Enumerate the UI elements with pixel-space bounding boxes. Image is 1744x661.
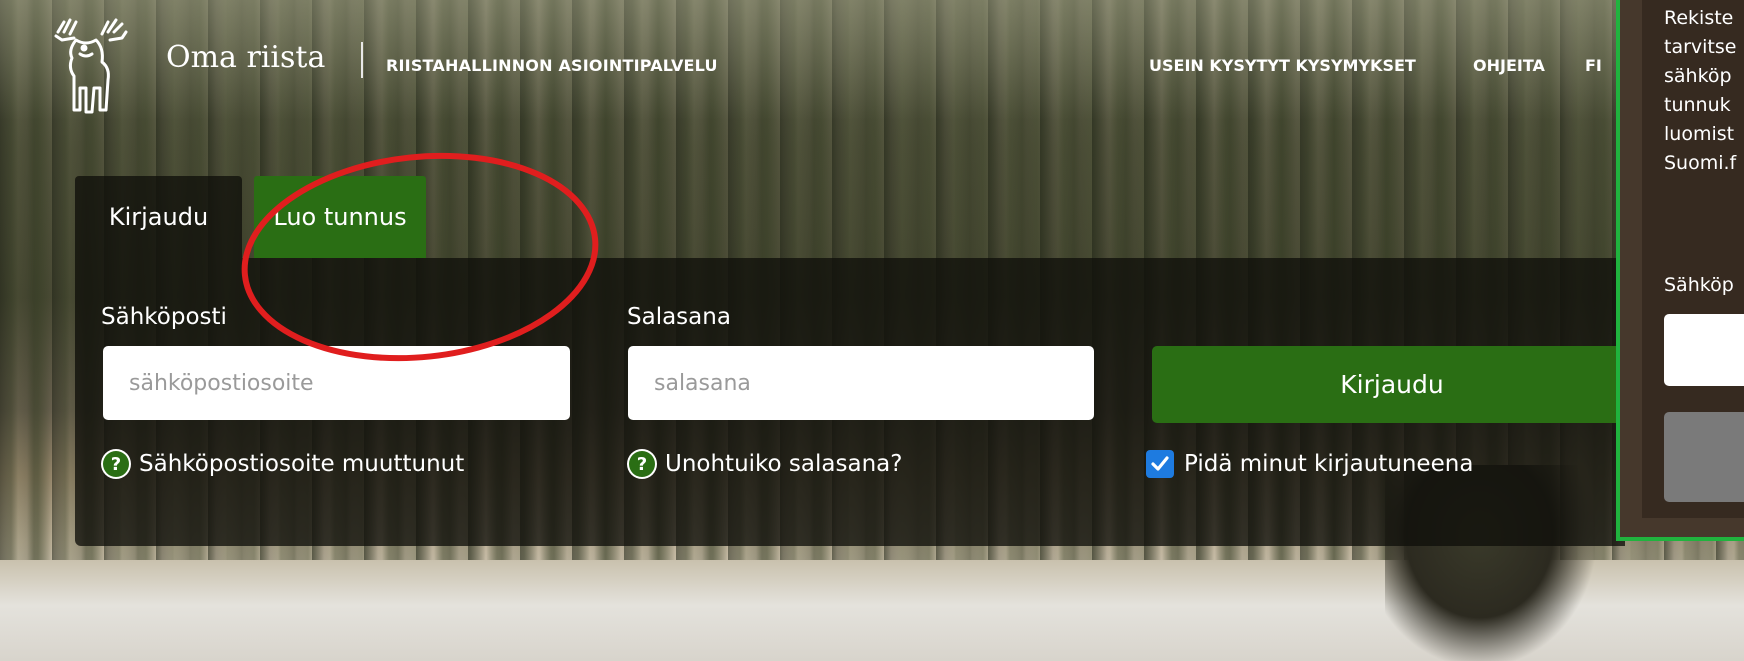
remember-me-label: Pidä minut kirjautuneena [1184,451,1474,477]
question-icon: ? [103,451,129,477]
forgot-password-link[interactable]: ? Unohtuiko salasana? [629,451,902,477]
side-submit-button[interactable] [1664,412,1744,502]
tab-login[interactable]: Kirjaudu [75,176,242,258]
nav-faq-link[interactable]: USEIN KYSYTYT KYSYMYKSET [1149,56,1416,75]
password-label: Salasana [627,304,731,330]
header-divider [361,42,363,78]
checkmark-icon [1151,456,1169,471]
side-panel-text: Rekiste tarvitse sähköp tunnuk luomist S… [1664,7,1737,174]
registration-side-panel: Rekiste tarvitse sähköp tunnuk luomist S… [1616,0,1744,541]
remember-me[interactable]: Pidä minut kirjautuneena [1146,450,1473,478]
side-email-input[interactable] [1664,314,1744,386]
moose-logo-icon[interactable] [50,18,130,118]
site-header: Oma riista RIISTAHALLINNON ASIOINTIPALVE… [0,0,1620,125]
annotation-ellipse [241,152,599,362]
language-selector[interactable]: FI [1585,56,1602,75]
email-changed-label[interactable]: Sähköpostiosoite muuttunut [139,451,464,477]
service-subtitle: RIISTAHALLINNON ASIOINTIPALVELU [386,56,718,75]
email-changed-link[interactable]: ? Sähköpostiosoite muuttunut [103,451,464,477]
nav-help-link[interactable]: OHJEITA [1473,56,1545,75]
password-input[interactable] [628,346,1094,420]
brand-name[interactable]: Oma riista [166,40,325,75]
side-email-label: Sähköp [1664,274,1734,296]
remember-me-checkbox[interactable] [1146,450,1174,478]
question-icon: ? [629,451,655,477]
login-button[interactable]: Kirjaudu [1152,346,1632,423]
forgot-password-label[interactable]: Unohtuiko salasana? [665,451,902,477]
email-label: Sähköposti [101,304,227,330]
